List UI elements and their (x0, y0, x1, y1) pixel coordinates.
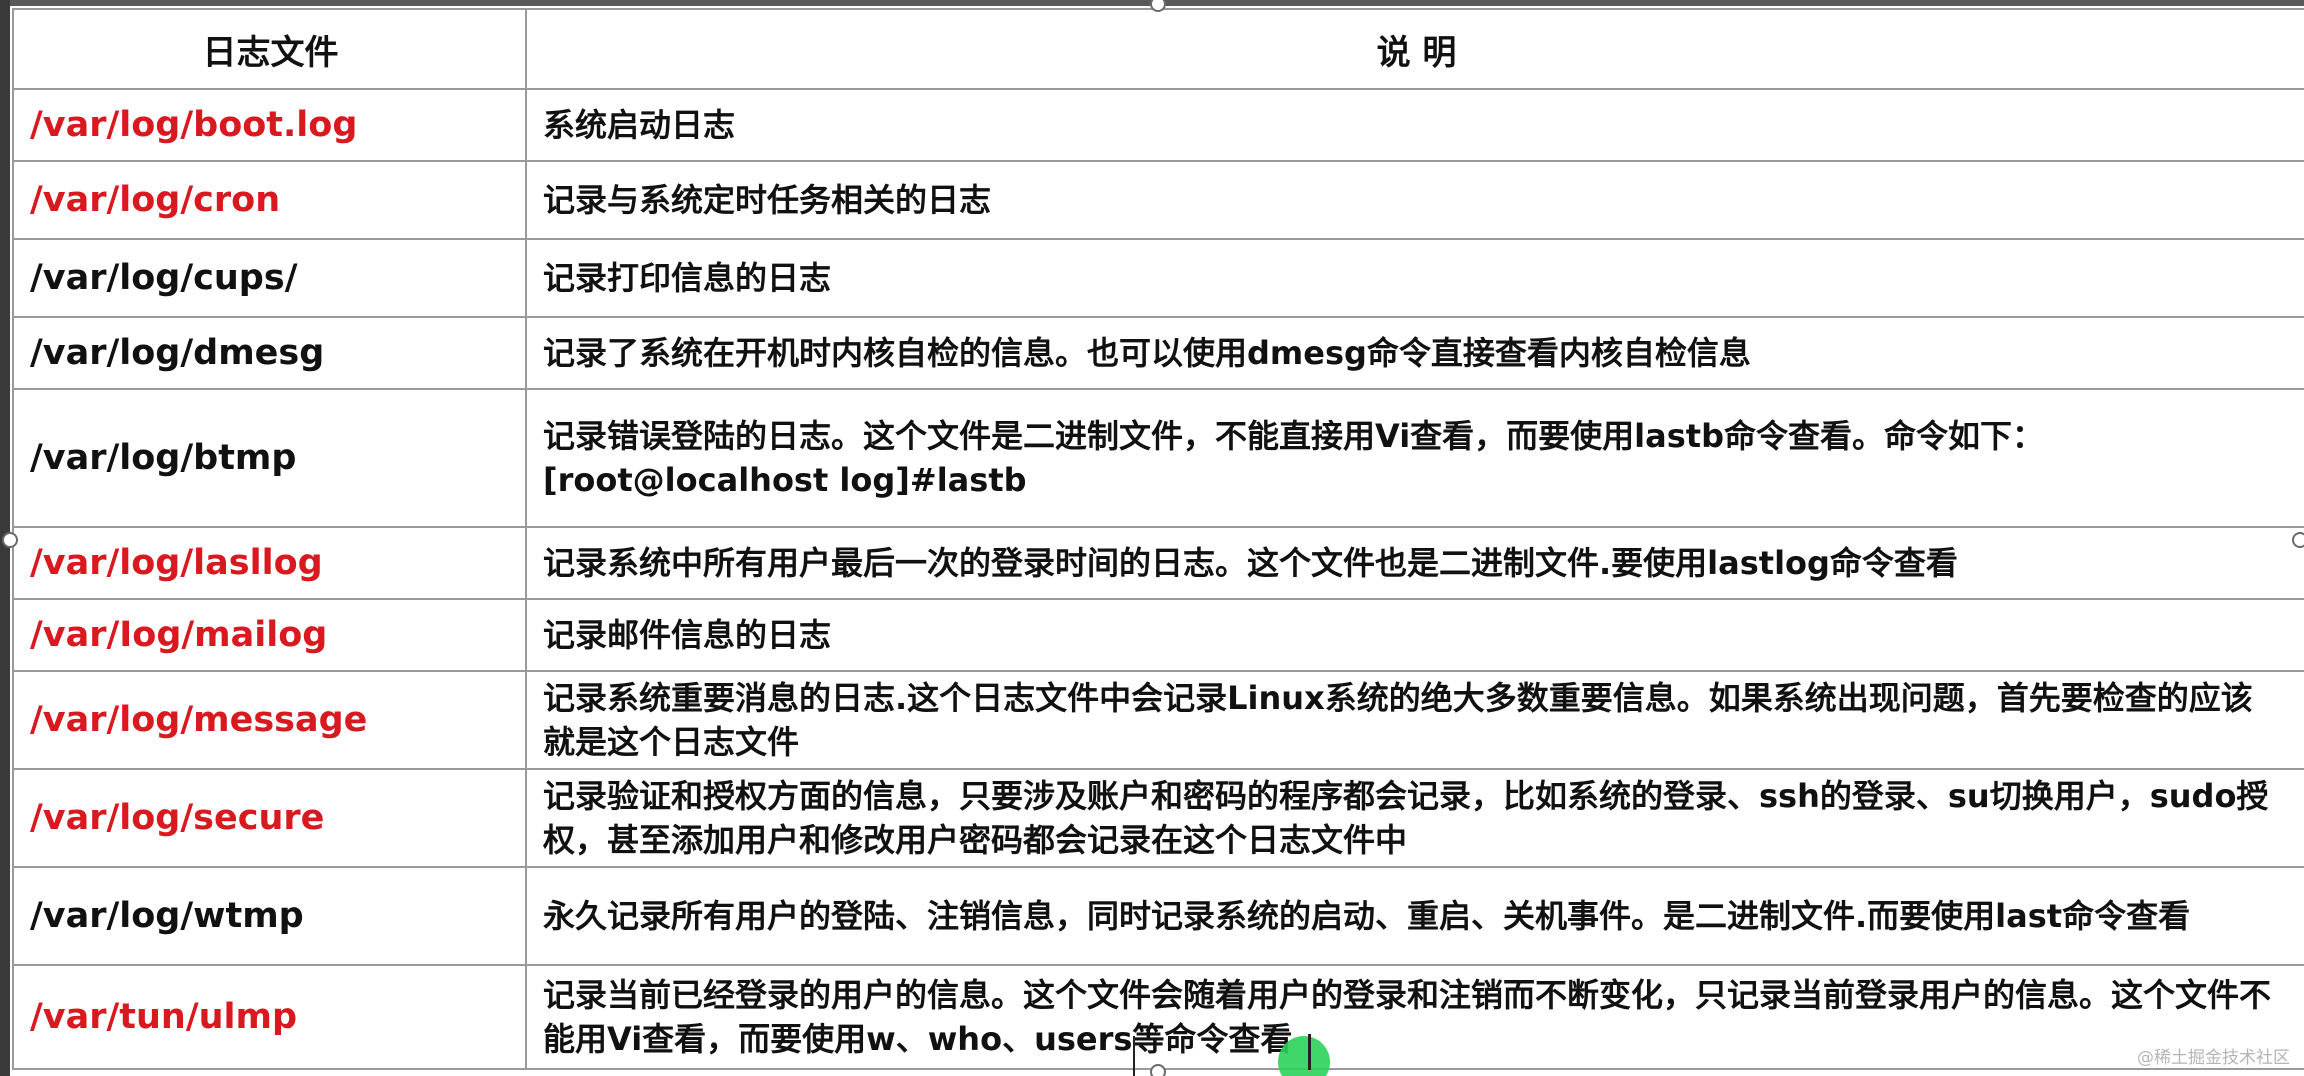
table-row: /var/log/lasllog 记录系统中所有用户最后一次的登录时间的日志。这… (12, 526, 2304, 600)
table-row: /var/log/message 记录系统重要消息的日志.这个日志文件中会记录L… (12, 670, 2304, 770)
log-description: 记录邮件信息的日志 (525, 598, 2304, 672)
log-path: /var/tun/ulmp (12, 964, 527, 1070)
table-row: /var/Iog/mailog 记录邮件信息的日志 (12, 598, 2304, 672)
log-files-table: 日志文件 说 明 /var/log/boot.log 系统启动日志 /var/l… (12, 8, 2304, 1070)
log-description: 记录了系统在开机时内核自检的信息。也可以使用dmesg命令直接查看内核自检信息 (525, 316, 2304, 390)
table-row: /var/log/dmesg 记录了系统在开机时内核自检的信息。也可以使用dme… (12, 316, 2304, 390)
log-description: 永久记录所有用户的登陆、注销信息，同时记录系统的启动、重启、关机事件。是二进制文… (525, 866, 2304, 966)
log-description: 记录当前已经登录的用户的信息。这个文件会随着用户的登录和注销而不断变化，只记录当… (525, 964, 2304, 1070)
log-path: /var/log/btmp (12, 388, 527, 528)
watermark-text: @稀土掘金技术社区 (2137, 1048, 2290, 1068)
table-header-row: 日志文件 说 明 (12, 8, 2304, 90)
resize-handle-bottom-center[interactable] (1150, 1064, 1166, 1076)
log-path: /var/log/wtmp (12, 866, 527, 966)
log-description: 记录验证和授权方面的信息，只要涉及账户和密码的程序都会记录，比如系统的登录、ss… (525, 768, 2304, 868)
header-description: 说 明 (525, 8, 2304, 90)
table-row: /var/log/boot.log 系统启动日志 (12, 88, 2304, 162)
log-description: 记录系统中所有用户最后一次的登录时间的日志。这个文件也是二进制文件.要使用las… (525, 526, 2304, 600)
text-caret (1133, 1036, 1135, 1076)
log-files-table-container: 日志文件 说 明 /var/log/boot.log 系统启动日志 /var/l… (12, 8, 2304, 1070)
resize-handle-right-middle[interactable] (2292, 532, 2304, 548)
table-row: /var/log/wtmp 永久记录所有用户的登陆、注销信息，同时记录系统的启动… (12, 866, 2304, 966)
log-description: 记录打印信息的日志 (525, 238, 2304, 318)
log-description: 记录系统重要消息的日志.这个日志文件中会记录Linux系统的绝大多数重要信息。如… (525, 670, 2304, 770)
ibeam-cursor-icon (1308, 1034, 1311, 1070)
table-row: /var/log/secure 记录验证和授权方面的信息，只要涉及账户和密码的程… (12, 768, 2304, 868)
log-path: /var/log/cups/ (12, 238, 527, 318)
log-path: /var/log/lasllog (12, 526, 527, 600)
log-path: /var/log/dmesg (12, 316, 527, 390)
log-path: /var/log/boot.log (12, 88, 527, 162)
resize-handle-left-middle[interactable] (2, 532, 18, 548)
table-row: /var/tun/ulmp 记录当前已经登录的用户的信息。这个文件会随着用户的登… (12, 964, 2304, 1070)
table-row: /var/log/btmp 记录错误登陆的日志。这个文件是二进制文件，不能直接用… (12, 388, 2304, 528)
log-path: /var/log/message (12, 670, 527, 770)
log-path: /var/log/secure (12, 768, 527, 868)
table-row: /var/log/cron 记录与系统定时任务相关的日志 (12, 160, 2304, 240)
log-path: /var/Iog/mailog (12, 598, 527, 672)
log-description: 记录与系统定时任务相关的日志 (525, 160, 2304, 240)
table-row: /var/log/cups/ 记录打印信息的日志 (12, 238, 2304, 318)
log-description: 系统启动日志 (525, 88, 2304, 162)
header-log-file: 日志文件 (12, 8, 527, 90)
log-description: 记录错误登陆的日志。这个文件是二进制文件，不能直接用Vi查看，而要使用lastb… (525, 388, 2304, 528)
log-path: /var/log/cron (12, 160, 527, 240)
